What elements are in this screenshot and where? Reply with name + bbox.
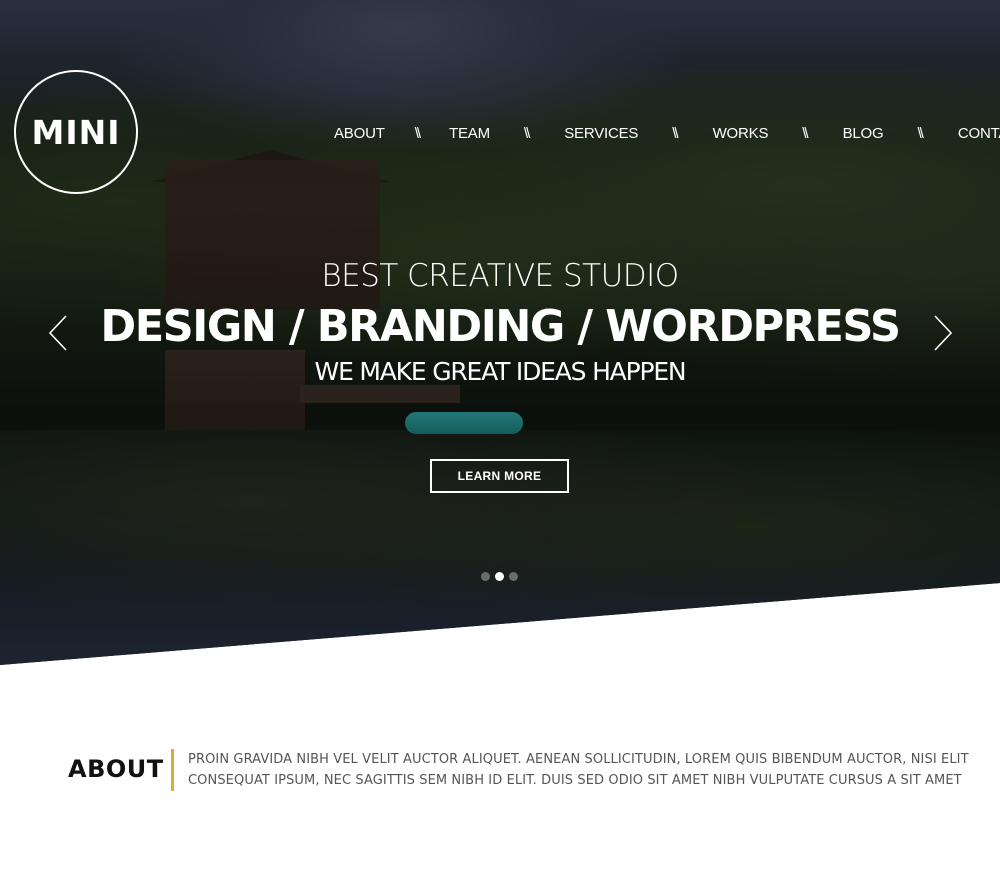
chevron-left-icon[interactable] — [47, 314, 69, 352]
hero-headline: DESIGN / BRANDING / WORDPRESS — [100, 301, 901, 352]
slider-dot-3[interactable] — [509, 572, 518, 581]
learn-more-button[interactable]: LEARN MORE — [430, 459, 569, 493]
nav-item-services[interactable]: SERVICES — [564, 125, 638, 142]
page: MINI ABOUT \\ TEAM \\ SERVICES \\ WORKS … — [0, 0, 1000, 875]
about-divider — [171, 749, 174, 791]
nav-separator: \\ — [414, 124, 422, 142]
slider-pagination — [481, 572, 518, 581]
main-nav: ABOUT \\ TEAM \\ SERVICES \\ WORKS \\ BL… — [334, 121, 1000, 145]
nav-separator: \\ — [523, 124, 531, 142]
slider-dot-2[interactable] — [495, 572, 504, 581]
about-text-line: PROIN GRAVIDA NIBH VEL VELIT AUCTOR ALIQ… — [188, 752, 969, 767]
site-logo[interactable]: MINI — [14, 70, 138, 194]
nav-item-team[interactable]: TEAM — [449, 125, 490, 142]
about-text: PROIN GRAVIDA NIBH VEL VELIT AUCTOR ALIQ… — [188, 749, 969, 791]
nav-item-works[interactable]: WORKS — [713, 125, 769, 142]
slider-dot-1[interactable] — [481, 572, 490, 581]
hero-kicker: BEST CREATIVE STUDIO — [321, 258, 679, 294]
chevron-right-icon[interactable] — [932, 314, 954, 352]
about-heading: ABOUT — [68, 755, 164, 783]
nav-separator: \\ — [917, 124, 925, 142]
about-text-line: CONSEQUAT IPSUM, NEC SAGITTIS SEM NIBH I… — [188, 773, 962, 788]
nav-item-about[interactable]: ABOUT — [334, 125, 385, 142]
nav-item-blog[interactable]: BLOG — [843, 125, 884, 142]
nav-separator: \\ — [672, 124, 679, 142]
nav-item-contact[interactable]: CONTACT — [958, 125, 1000, 142]
hero-tagline: WE MAKE GREAT IDEAS HAPPEN — [314, 357, 687, 386]
nav-separator: \\ — [802, 124, 809, 142]
